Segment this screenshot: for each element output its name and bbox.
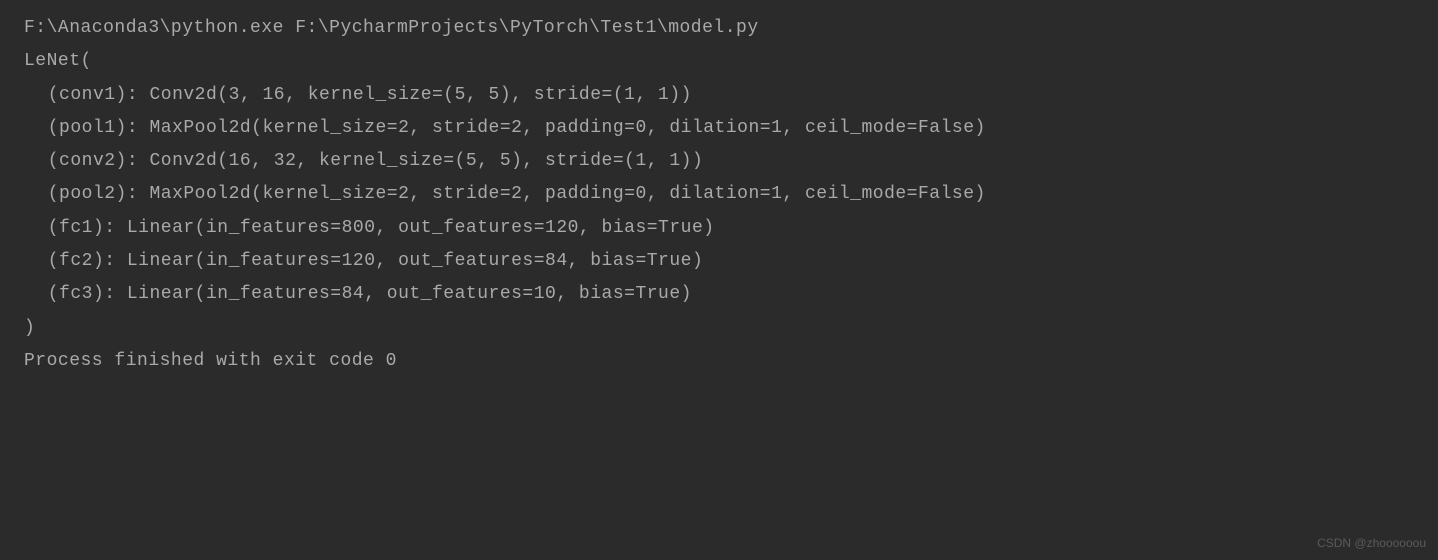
watermark: CSDN @zhoooooou [1317, 532, 1426, 554]
layer-conv1: (conv1): Conv2d(3, 16, kernel_size=(5, 5… [24, 79, 1414, 112]
model-footer: ) [24, 312, 1414, 345]
layer-fc1: (fc1): Linear(in_features=800, out_featu… [24, 212, 1414, 245]
console-output: F:\Anaconda3\python.exe F:\PycharmProjec… [24, 12, 1414, 378]
layer-fc3: (fc3): Linear(in_features=84, out_featur… [24, 278, 1414, 311]
model-header: LeNet( [24, 45, 1414, 78]
layer-pool2: (pool2): MaxPool2d(kernel_size=2, stride… [24, 178, 1414, 211]
command-line: F:\Anaconda3\python.exe F:\PycharmProjec… [24, 12, 1414, 45]
layer-pool1: (pool1): MaxPool2d(kernel_size=2, stride… [24, 112, 1414, 145]
layer-fc2: (fc2): Linear(in_features=120, out_featu… [24, 245, 1414, 278]
layer-conv2: (conv2): Conv2d(16, 32, kernel_size=(5, … [24, 145, 1414, 178]
exit-message: Process finished with exit code 0 [24, 345, 1414, 378]
